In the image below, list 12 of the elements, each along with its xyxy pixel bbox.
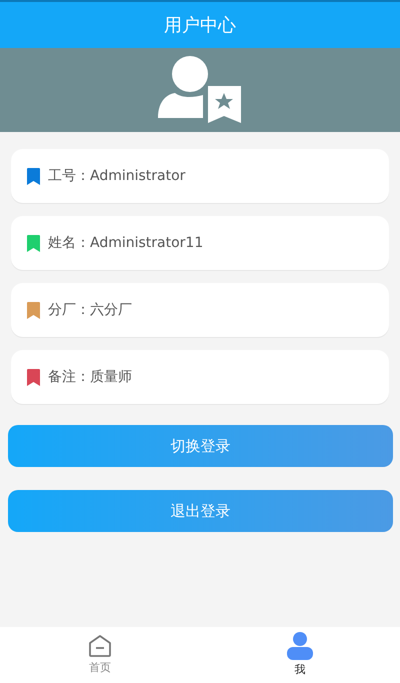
- user-icon: [287, 632, 313, 660]
- action-button[interactable]: 退出登录: [8, 490, 393, 532]
- home-icon: [88, 634, 112, 658]
- tab-item[interactable]: 首页: [0, 627, 200, 683]
- info-text: 备注：质量师: [48, 368, 132, 386]
- page-title: 用户中心: [164, 14, 236, 38]
- info-text: 工号：Administrator: [48, 166, 186, 186]
- info-text: 分厂：六分厂: [48, 300, 132, 320]
- info-text: 姓名：Administrator11: [48, 234, 204, 252]
- user-badge-icon: [158, 55, 242, 125]
- action-button[interactable]: 切换登录: [8, 425, 393, 467]
- tab-item[interactable]: 我: [200, 627, 400, 683]
